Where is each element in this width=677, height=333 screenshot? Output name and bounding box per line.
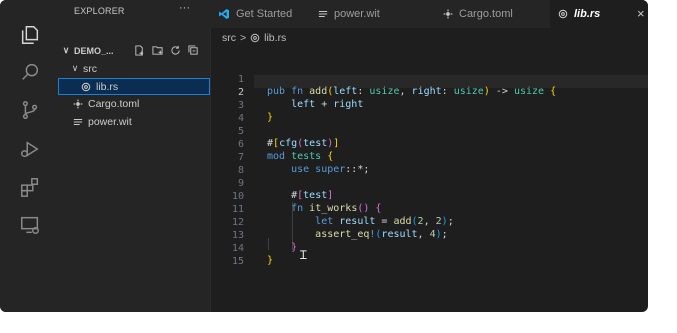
code-line: 9 #[test] — [210, 166, 648, 201]
tab-cargo-toml[interactable]: Cargo.toml — [435, 0, 543, 28]
extensions-icon[interactable] — [19, 176, 41, 198]
text-cursor-icon: Ɪ — [300, 248, 307, 262]
new-file-icon[interactable] — [133, 44, 145, 56]
tab-label: lib.rs — [574, 8, 601, 20]
close-tab-icon[interactable]: × — [637, 6, 645, 21]
tab-label: Cargo.toml — [459, 8, 513, 20]
code-line: 3 } — [210, 88, 648, 123]
text-file-icon — [72, 116, 83, 127]
code-line: 5 #[cfg(test)] — [210, 114, 648, 149]
code-line: 13 } — [210, 218, 648, 253]
new-folder-icon[interactable] — [151, 44, 163, 56]
explorer-title: EXPLORER — [74, 6, 125, 16]
rust-icon — [558, 9, 568, 19]
tab-lib-rs[interactable]: lib.rs — [550, 0, 648, 28]
run-debug-icon[interactable] — [19, 138, 41, 160]
chevron-down-icon: ∨ — [71, 63, 79, 73]
lines-icon — [318, 9, 328, 19]
code-line: 4 — [210, 101, 648, 124]
code-line: 11 let result = add(2, 2); — [210, 192, 648, 227]
search-icon[interactable] — [19, 61, 41, 83]
breadcrumb-file[interactable]: lib.rs — [264, 32, 286, 44]
root-actions — [133, 44, 199, 56]
code-line: 12 assert_eq!(result, 4); — [210, 205, 648, 240]
code-line: 10 fn it_works() { — [210, 179, 648, 214]
explorer-sidebar: EXPLORER ··· ∨ DEMO_... ∨ src lib.rs Car… — [58, 0, 211, 312]
code-line: 14 } — [210, 231, 648, 266]
workspace-root-label: DEMO_... — [74, 45, 114, 56]
gear-icon — [72, 98, 83, 109]
breadcrumb-separator: > — [240, 32, 247, 44]
more-actions-button[interactable]: ··· — [179, 2, 190, 14]
vscode-logo-icon — [218, 8, 230, 20]
tab-label: Get Started — [236, 8, 293, 20]
tree-item-label: lib.rs — [96, 80, 119, 93]
editor-tabs: Get Started power.wit Cargo.toml lib.rs … — [210, 0, 648, 28]
rust-icon — [250, 33, 260, 43]
source-control-icon[interactable] — [19, 99, 41, 121]
code-line: 2 left + right — [210, 75, 648, 110]
vscode-window: EXPLORER ··· ∨ DEMO_... ∨ src lib.rs Car… — [0, 0, 648, 312]
tab-get-started[interactable]: Get Started — [210, 0, 305, 28]
code-line: 6 mod tests { — [210, 127, 648, 162]
tree-item-lib-rs[interactable]: lib.rs — [58, 78, 210, 95]
tree-item-label: Cargo.toml — [88, 97, 140, 110]
breadcrumb-folder[interactable]: src — [222, 32, 236, 44]
breadcrumb: src > lib.rs — [222, 32, 286, 44]
remote-explorer-icon[interactable] — [19, 214, 41, 236]
tab-label: power.wit — [334, 8, 380, 20]
gear-icon — [443, 9, 453, 19]
rust-file-icon — [80, 81, 91, 92]
explorer-icon[interactable] — [19, 24, 41, 46]
chevron-down-icon: ∨ — [62, 45, 70, 55]
code-line: 1 pub fn add(left: usize, right: usize) … — [210, 62, 648, 97]
activity-bar — [0, 0, 58, 312]
refresh-icon[interactable] — [169, 44, 181, 56]
collapse-all-icon[interactable] — [187, 44, 199, 56]
tab-power-wit[interactable]: power.wit — [310, 0, 416, 28]
code-line: 7 use super::*; — [210, 140, 648, 175]
tree-item-label: power.wit — [88, 115, 132, 128]
tree-item-power-wit[interactable]: power.wit — [58, 113, 210, 130]
tree-item-cargo-toml[interactable]: Cargo.toml — [58, 95, 210, 112]
code-line: 8 — [210, 153, 648, 176]
tree-item-src[interactable]: ∨ src — [58, 60, 210, 77]
code-line: 15 — [210, 244, 648, 267]
line-number: 15 — [231, 256, 244, 267]
code-text: } — [267, 255, 274, 266]
tree-item-label: src — [83, 62, 97, 75]
